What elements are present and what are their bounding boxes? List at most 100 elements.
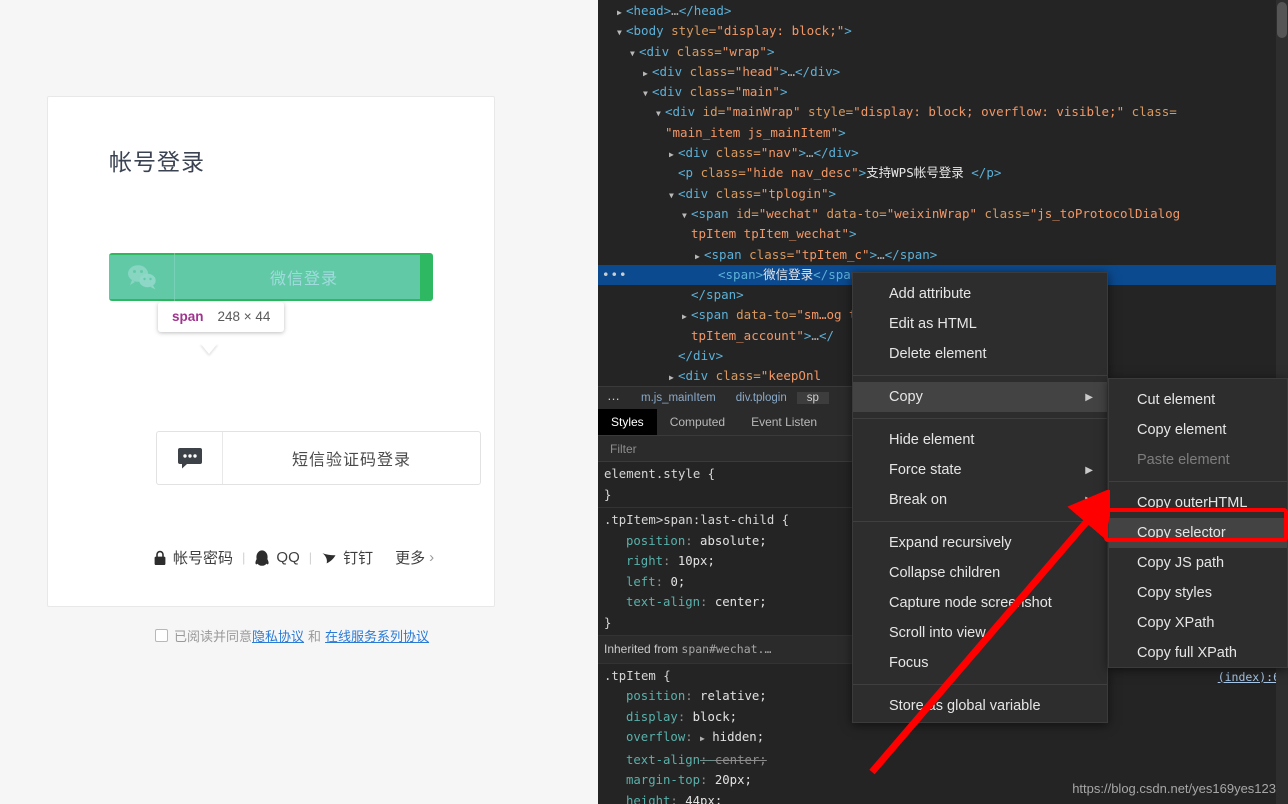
style-value[interactable]: center; — [715, 595, 767, 609]
twisty-collapsed-icon[interactable]: ▶ — [700, 734, 705, 743]
submenu-item-copy-selector[interactable]: Copy selector — [1109, 518, 1287, 548]
style-property[interactable]: margin-top — [604, 770, 700, 791]
style-value[interactable]: 44px; — [685, 794, 722, 804]
chevron-right-icon: ▶ — [1085, 464, 1093, 476]
annotation-arrow — [869, 490, 1110, 775]
dom-tree-scrollbar-thumb[interactable] — [1277, 2, 1287, 38]
twisty-collapsed-icon[interactable]: ▶ — [643, 64, 652, 84]
style-property[interactable]: text-align — [604, 592, 700, 613]
service-terms-link[interactable]: 在线服务系列协议 — [325, 626, 429, 645]
dom-node[interactable]: ▶ <div class="nav">…</div> — [598, 143, 1288, 163]
style-property[interactable]: height — [604, 791, 670, 804]
twisty-collapsed-icon[interactable]: ▶ — [682, 307, 691, 327]
more-login-options-button[interactable]: 更多 › — [395, 547, 434, 568]
dom-node[interactable]: ▼ <body style="display: block;"> — [598, 21, 1288, 41]
style-property[interactable]: position — [604, 686, 685, 707]
wechat-login-button[interactable]: 微信登录 — [109, 253, 433, 301]
dingtalk-icon — [322, 552, 336, 563]
inspector-tooltip-arrow — [200, 343, 218, 354]
menu-item-edit-as-html[interactable]: Edit as HTML — [853, 309, 1107, 339]
style-property[interactable]: position — [604, 531, 685, 552]
style-value[interactable]: absolute; — [700, 534, 767, 548]
breadcrumb-overflow-icon[interactable]: … — [598, 389, 631, 405]
login-option-qq[interactable]: QQ — [254, 549, 300, 567]
copy-submenu[interactable]: Cut element Copy element Paste element Copy… — [1108, 378, 1288, 668]
submenu-item-paste-element: Paste element — [1109, 445, 1287, 475]
tab-event-listeners[interactable]: Event Listen — [738, 409, 830, 435]
twisty-collapsed-icon[interactable]: ▶ — [695, 247, 704, 267]
style-property[interactable]: left — [604, 572, 656, 593]
dom-tree-scrollbar[interactable] — [1276, 0, 1288, 386]
twisty-expanded-icon[interactable]: ▼ — [656, 104, 665, 124]
login-option-password[interactable]: 帐号密码 — [153, 547, 233, 568]
menu-item-label: Hide element — [889, 432, 975, 448]
submenu-item-copy-element[interactable]: Copy element — [1109, 415, 1287, 445]
style-value[interactable]: relative; — [700, 689, 767, 703]
twisty-collapsed-icon[interactable]: ▶ — [669, 368, 678, 385]
submenu-item-label: Copy XPath — [1137, 615, 1215, 631]
dom-node[interactable]: ▼ <div id="mainWrap" style="display: bloc… — [598, 102, 1288, 122]
chevron-right-icon: ▶ — [1085, 391, 1093, 403]
twisty-collapsed-icon[interactable]: ▶ — [669, 145, 678, 165]
submenu-item-copy-js-path[interactable]: Copy JS path — [1109, 548, 1287, 578]
login-option-dingtalk[interactable]: 钉钉 — [321, 547, 373, 568]
twisty-expanded-icon[interactable]: ▼ — [682, 206, 691, 226]
inspector-tooltip-tag: span — [172, 309, 204, 324]
style-value[interactable]: block; — [693, 710, 737, 724]
wechat-icon — [127, 265, 156, 290]
wechat-login-label: 微信登录 — [269, 271, 338, 288]
style-property[interactable]: display — [604, 707, 678, 728]
inherited-source[interactable]: span#wechat.… — [681, 642, 771, 656]
dom-node[interactable]: ▶ <div class="head">…</div> — [598, 62, 1288, 82]
menu-item-copy[interactable]: Copy ▶ — [853, 382, 1107, 412]
submenu-item-copy-outerhtml[interactable]: Copy outerHTML — [1109, 488, 1287, 518]
dom-node[interactable]: ▼ <span id="wechat" data-to="weixinWrap" … — [598, 204, 1288, 224]
tab-styles[interactable]: Styles — [598, 409, 657, 435]
page-title: 帐号登录 — [109, 149, 205, 175]
privacy-policy-link[interactable]: 隐私协议 — [252, 626, 304, 645]
style-value[interactable]: 0; — [670, 575, 685, 589]
style-value[interactable]: center; — [715, 753, 767, 767]
dom-node[interactable]: ▼ <div class="main"> — [598, 82, 1288, 102]
wechat-icon-cell — [109, 253, 175, 301]
twisty-expanded-icon[interactable]: ▼ — [617, 23, 626, 43]
menu-item-force-state[interactable]: Force state ▶ — [853, 455, 1107, 485]
twisty-collapsed-icon[interactable]: ▶ — [617, 3, 626, 23]
style-source-link[interactable]: (index):6 — [1218, 667, 1280, 688]
dom-node[interactable]: <p class="hide nav_desc">支持WPS帐号登录 </p> — [598, 163, 1288, 183]
style-property[interactable]: text-align — [604, 750, 700, 771]
tab-computed[interactable]: Computed — [657, 409, 738, 435]
chevron-right-icon: › — [429, 549, 435, 566]
menu-separator — [853, 418, 1107, 419]
dom-node[interactable]: ▶ <span class="tpItem_c">…</span> — [598, 245, 1288, 265]
breadcrumb-item-span[interactable]: sp — [796, 392, 829, 404]
twisty-expanded-icon[interactable]: ▼ — [630, 44, 639, 64]
dom-node[interactable]: tpItem tpItem_wechat"> — [598, 224, 1288, 244]
menu-item-hide-element[interactable]: Hide element — [853, 425, 1107, 455]
dom-node[interactable]: ▶ <head>…</head> — [598, 1, 1288, 21]
dom-node[interactable]: ▼ <div class="wrap"> — [598, 42, 1288, 62]
login-option-password-label: 帐号密码 — [173, 550, 234, 567]
menu-item-label: Copy — [889, 389, 923, 405]
submenu-item-copy-styles[interactable]: Copy styles — [1109, 578, 1287, 608]
breadcrumb-item-tplogin[interactable]: div.tplogin — [726, 392, 797, 404]
submenu-item-cut-element[interactable]: Cut element — [1109, 385, 1287, 415]
submenu-item-copy-xpath[interactable]: Copy XPath — [1109, 608, 1287, 638]
twisty-expanded-icon[interactable]: ▼ — [643, 84, 652, 104]
menu-item-label: Edit as HTML — [889, 316, 977, 332]
style-property[interactable]: right — [604, 551, 663, 572]
submenu-item-copy-full-xpath[interactable]: Copy full XPath — [1109, 638, 1287, 668]
dom-node[interactable]: "main_item js_mainItem"> — [598, 123, 1288, 143]
agreement-checkbox[interactable] — [155, 629, 168, 642]
style-value[interactable]: 20px; — [715, 773, 752, 787]
submenu-item-label: Copy JS path — [1137, 555, 1225, 571]
style-value[interactable]: hidden; — [712, 730, 764, 744]
style-value[interactable]: 10px; — [678, 554, 715, 568]
style-property[interactable]: overflow — [604, 727, 685, 748]
sms-login-button[interactable]: 短信验证码登录 — [156, 431, 481, 485]
breadcrumb-item-mainitem[interactable]: m.js_mainItem — [631, 392, 726, 404]
twisty-expanded-icon[interactable]: ▼ — [669, 186, 678, 206]
menu-item-delete-element[interactable]: Delete element — [853, 339, 1107, 369]
menu-item-add-attribute[interactable]: Add attribute — [853, 279, 1107, 309]
dom-node[interactable]: ▼ <div class="tplogin"> — [598, 184, 1288, 204]
